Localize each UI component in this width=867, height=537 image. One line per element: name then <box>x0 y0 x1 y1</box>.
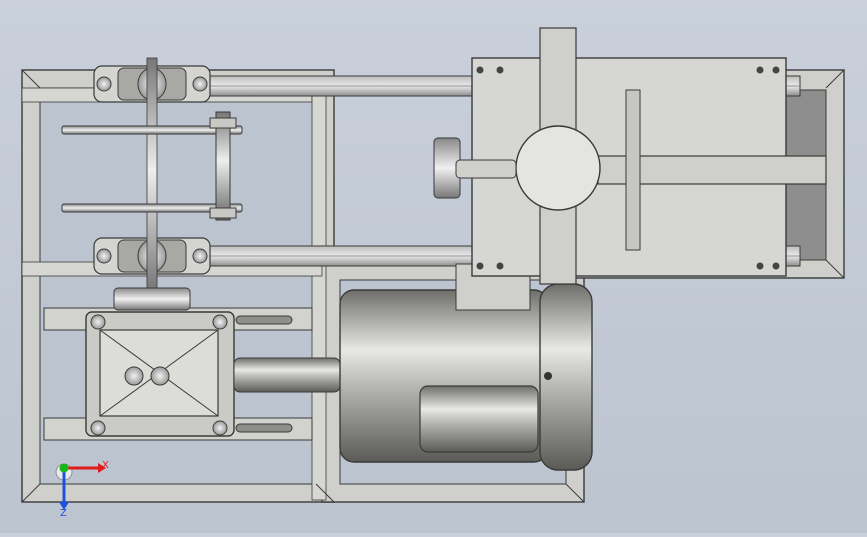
cad-viewport[interactable]: X Z <box>0 0 867 533</box>
assembly-drawing: X Z <box>21 27 845 519</box>
electric-motor[interactable] <box>339 263 593 471</box>
right-angle-gearbox[interactable] <box>85 311 235 437</box>
output-pulley[interactable] <box>113 287 191 311</box>
coupling-shaft[interactable] <box>233 357 341 393</box>
drive-shaft[interactable] <box>146 57 158 309</box>
slider-plate[interactable] <box>471 27 827 285</box>
z-axis-label: Z <box>60 508 67 519</box>
x-axis-label: X <box>102 460 109 471</box>
